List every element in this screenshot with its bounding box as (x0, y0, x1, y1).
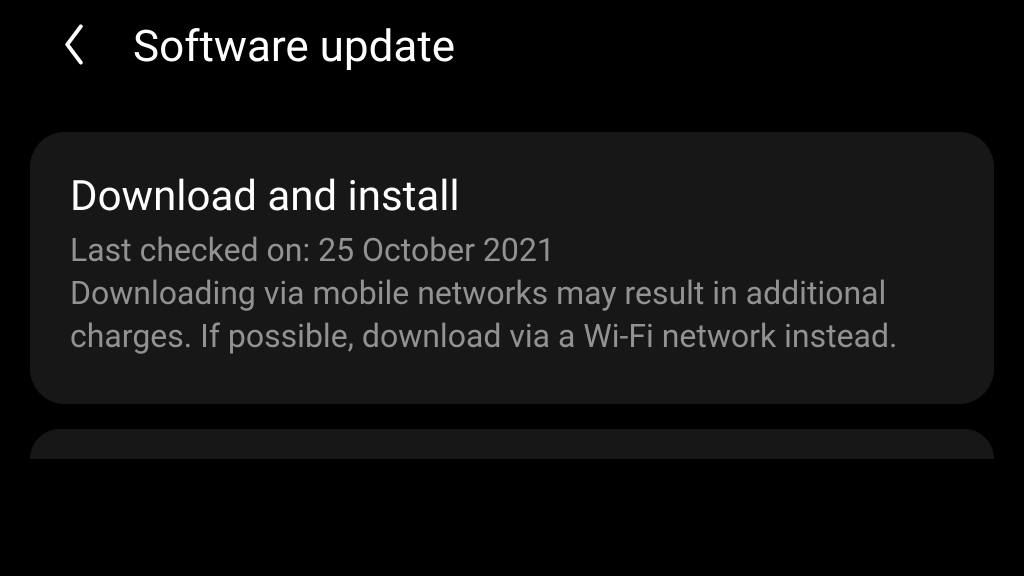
last-checked-label: Last checked on: 25 October 2021 (70, 229, 954, 272)
card-title: Download and install (70, 172, 954, 221)
next-card-peek (30, 429, 994, 459)
header: Software update (0, 0, 1024, 102)
chevron-left-icon (60, 22, 88, 71)
page-title: Software update (133, 20, 455, 72)
download-install-card[interactable]: Download and install Last checked on: 25… (30, 132, 994, 404)
back-button[interactable] (55, 27, 93, 65)
card-description: Downloading via mobile networks may resu… (70, 272, 954, 358)
